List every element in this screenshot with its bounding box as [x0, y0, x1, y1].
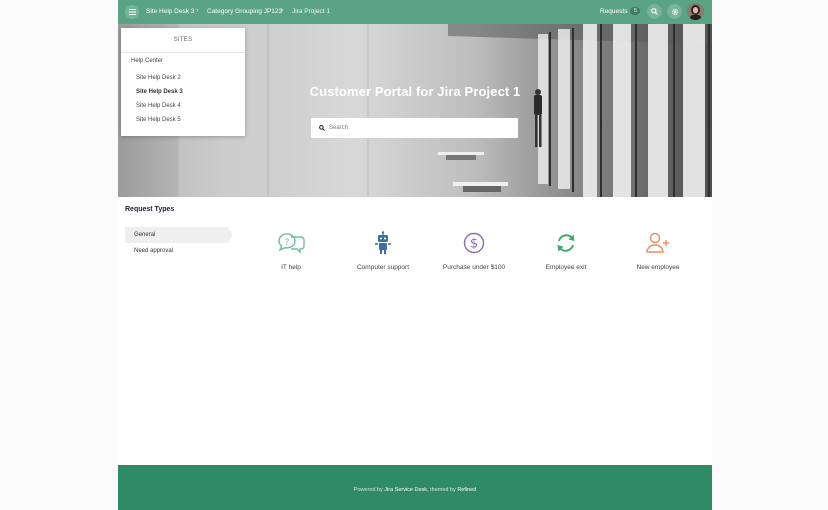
- footer-credit: Powered by Jira Service Desk, themed by …: [118, 487, 712, 493]
- breadcrumb-site[interactable]: Site Help Desk 3: [146, 8, 194, 15]
- footer-prefix: Powered by: [353, 487, 383, 493]
- request-group-need-approval[interactable]: Need approval: [125, 243, 233, 259]
- request-group-general[interactable]: General: [125, 227, 233, 243]
- settings-button[interactable]: [667, 4, 682, 19]
- portal-search-input[interactable]: Search: [311, 118, 518, 138]
- request-type-new-employee[interactable]: New employee: [612, 229, 704, 271]
- request-type-employee-exit[interactable]: Employee exit: [520, 229, 612, 271]
- request-type-purchase-under-100[interactable]: $ Purchase under $100: [428, 229, 520, 271]
- search-icon: [651, 8, 658, 15]
- search-icon: [319, 125, 325, 131]
- site-item-help-desk-3[interactable]: Site Help Desk 3: [136, 89, 183, 95]
- request-type-label: New employee: [636, 264, 680, 271]
- sites-group-help-center[interactable]: Help Center: [131, 58, 163, 64]
- breadcrumb-separator-icon: ›: [196, 7, 199, 14]
- site-item-help-desk-4[interactable]: Site Help Desk 4: [136, 103, 181, 109]
- add-user-icon: [646, 232, 669, 253]
- request-type-computer-support[interactable]: Computer support: [337, 229, 429, 271]
- dollar-icon: $: [463, 232, 485, 254]
- site-item-help-desk-2[interactable]: Site Help Desk 2: [136, 75, 181, 81]
- requests-label: Requests: [600, 7, 628, 15]
- hamburger-icon: [128, 9, 136, 15]
- site-item-help-desk-5[interactable]: Site Help Desk 5: [136, 117, 181, 123]
- breadcrumb-project: Jira Project 1: [292, 8, 330, 15]
- chat-help-icon: ?: [278, 233, 305, 254]
- footer: Powered by Jira Service Desk, themed by …: [118, 465, 712, 510]
- gear-icon: [671, 8, 678, 15]
- sites-dropdown-title: SITES: [121, 28, 245, 53]
- request-type-it-help[interactable]: ? IT help: [245, 229, 337, 271]
- footer-product-link[interactable]: Jira Service Desk: [384, 487, 427, 493]
- request-type-label: Computer support: [356, 264, 410, 271]
- requests-count-badge: 5: [630, 7, 641, 15]
- robot-icon: [375, 231, 391, 254]
- portal-page: Site Help Desk 3 › Category Grouping JP1…: [118, 0, 712, 510]
- breadcrumb-separator-icon: ›: [281, 7, 284, 14]
- breadcrumb-category[interactable]: Category Grouping JP123: [207, 8, 282, 15]
- sites-dropdown: SITES Help Center Site Help Desk 2 Site …: [121, 28, 245, 136]
- request-type-label: Purchase under $100: [442, 264, 506, 271]
- menu-button[interactable]: [125, 5, 139, 19]
- request-type-label: Employee exit: [545, 264, 587, 271]
- refresh-icon: [557, 234, 575, 252]
- footer-middle: , themed by: [427, 487, 456, 493]
- user-photo-icon: [687, 3, 704, 20]
- search-button[interactable]: [647, 4, 662, 19]
- request-type-label: IT help: [281, 264, 301, 271]
- search-placeholder: Search: [329, 125, 349, 131]
- requests-link[interactable]: Requests 5: [600, 7, 641, 15]
- svg-text:$: $: [470, 237, 478, 252]
- footer-theme-link[interactable]: Refined: [457, 487, 476, 493]
- top-navigation-bar: Site Help Desk 3 › Category Grouping JP1…: [118, 0, 712, 24]
- request-types-heading: Request Types: [125, 206, 175, 213]
- svg-text:?: ?: [285, 238, 290, 248]
- user-avatar[interactable]: [687, 3, 704, 20]
